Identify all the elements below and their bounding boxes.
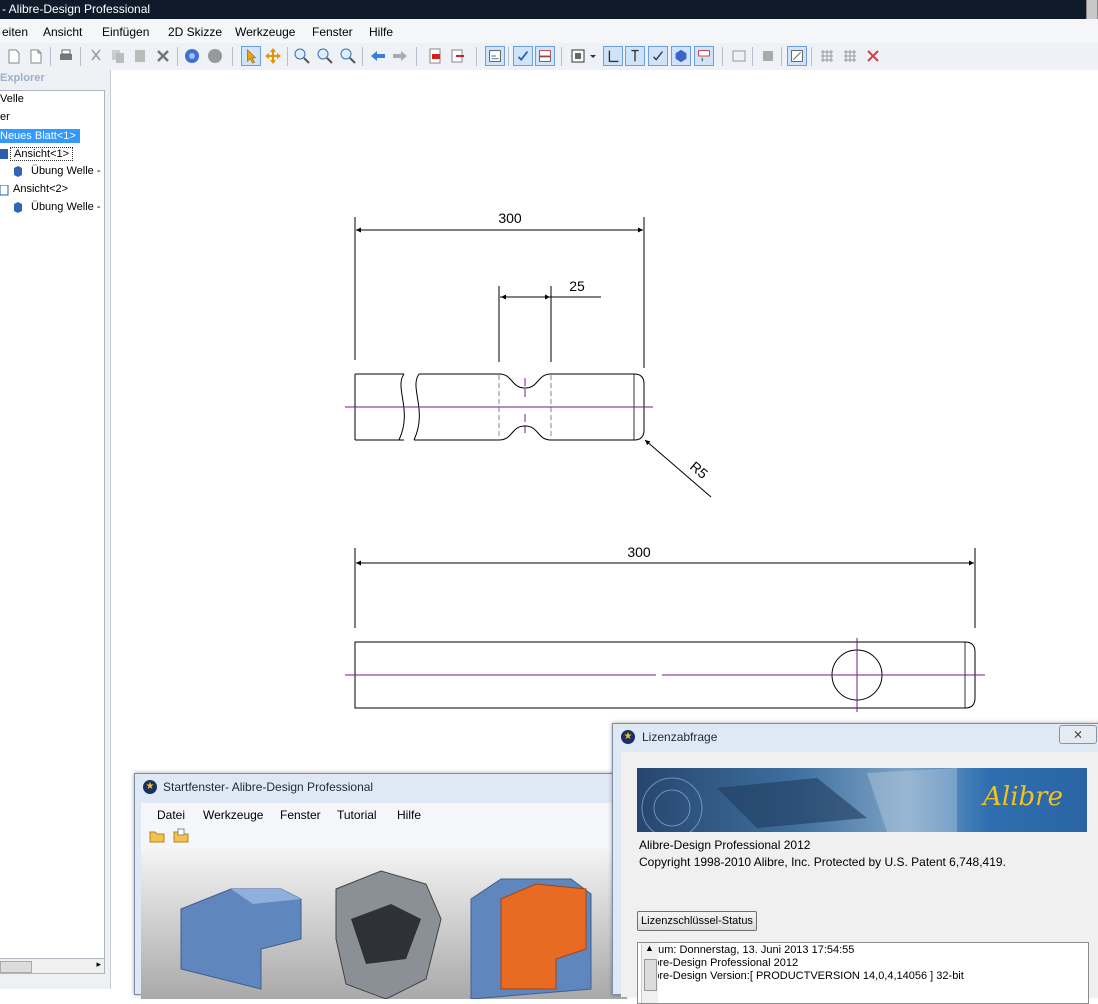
start-menu-bar: Datei Werkzeuge Fenster Tutorial Hilfe xyxy=(141,803,627,825)
menu-2d-sketch[interactable]: 2D Skizze xyxy=(168,25,222,39)
alibre-logo-icon: ★ xyxy=(143,780,157,794)
paste-icon[interactable] xyxy=(130,46,150,66)
layer-icon[interactable] xyxy=(758,46,778,66)
license-log-scrollbar[interactable]: ▲ xyxy=(641,943,658,1003)
license-product: Alibre-Design Professional 2012 xyxy=(639,838,811,852)
menu-window[interactable]: Fenster xyxy=(312,25,353,39)
license-close-button[interactable]: ⨯ xyxy=(1059,725,1097,744)
license-key-status-button[interactable]: Lizenzschlüssel-Status xyxy=(637,911,757,931)
view-icon[interactable] xyxy=(568,46,588,66)
view-node-icon xyxy=(0,185,9,196)
window-title: - Alibre-Design Professional xyxy=(2,2,151,16)
explorer-hscroll[interactable]: ▸ xyxy=(0,958,105,974)
tree-item-part-ref-2[interactable]: Übung Welle - xyxy=(31,201,101,213)
start-preview-image xyxy=(141,849,627,999)
license-copyright: Copyright 1998-2010 Alibre, Inc. Protect… xyxy=(639,855,1006,869)
menu-tools[interactable]: Werkzeuge xyxy=(235,25,295,39)
dim-300-bottom[interactable]: 300 xyxy=(627,544,651,560)
new-sheet-icon[interactable] xyxy=(4,46,24,66)
menu-help[interactable]: Hilfe xyxy=(369,25,393,39)
main-toolbar xyxy=(0,43,1098,71)
title-bar: - Alibre-Design Professional xyxy=(0,0,1098,20)
tools-icon[interactable] xyxy=(863,46,883,66)
license-log[interactable]: Datum: Donnerstag, 13. Juni 2013 17:54:5… xyxy=(637,942,1089,1004)
select-arrow-icon[interactable] xyxy=(241,46,261,66)
zoom-in-icon[interactable] xyxy=(292,46,312,66)
license-log-line: Datum: Donnerstag, 13. Juni 2013 17:54:5… xyxy=(641,944,855,956)
grid-b-icon[interactable] xyxy=(840,46,860,66)
print-icon[interactable] xyxy=(56,46,76,66)
tree-item-part[interactable]: Velle xyxy=(0,93,24,105)
grid-a-icon[interactable] xyxy=(817,46,837,66)
edge-icon[interactable] xyxy=(603,46,623,66)
forward-arrow-icon[interactable] xyxy=(390,46,410,66)
tree-item-part-ref-1[interactable]: Übung Welle - xyxy=(31,165,101,177)
start-menu-tutorial[interactable]: Tutorial xyxy=(337,808,377,822)
tree-item-sheet[interactable]: Neues Blatt<1> xyxy=(0,129,80,143)
zoom-window-icon[interactable] xyxy=(315,46,335,66)
license-banner: Alibre xyxy=(637,768,1087,832)
pdf-export-icon[interactable] xyxy=(425,46,445,66)
start-window: ★ Startfenster- Alibre-Design Profession… xyxy=(134,773,627,999)
part-icon xyxy=(14,166,22,177)
pan-icon[interactable] xyxy=(263,46,283,66)
check-mark-icon[interactable] xyxy=(648,46,668,66)
license-window-title: Lizenzabfrage xyxy=(642,730,718,744)
folder-new-icon[interactable] xyxy=(173,828,189,843)
zoom-fit-icon[interactable] xyxy=(338,46,358,66)
open-folder-icon[interactable] xyxy=(149,829,165,843)
view-2[interactable] xyxy=(354,548,976,709)
dim-300-top[interactable]: 300 xyxy=(498,210,522,226)
stop-icon[interactable] xyxy=(205,46,225,66)
publish-icon[interactable] xyxy=(448,46,468,66)
view-node-icon xyxy=(0,149,8,159)
delete-icon[interactable] xyxy=(153,46,173,66)
menu-edit[interactable]: eiten xyxy=(2,25,28,39)
menu-insert[interactable]: Einfügen xyxy=(102,25,149,39)
menu-bar: eiten Ansicht Einfügen 2D Skizze Werkzeu… xyxy=(0,19,1098,44)
snap-icon[interactable] xyxy=(787,46,807,66)
text-annot-icon[interactable] xyxy=(625,46,645,66)
license-window: ★ Lizenzabfrage ⨯ Alibre Alibre-Design P… xyxy=(612,723,1098,1004)
tree-item-view-2[interactable]: Ansicht<2> xyxy=(13,183,68,195)
menu-view[interactable]: Ansicht xyxy=(43,25,82,39)
start-menu-file[interactable]: Datei xyxy=(157,808,185,822)
grid-icon[interactable] xyxy=(729,46,749,66)
dim-25[interactable]: 25 xyxy=(569,278,585,294)
start-window-title: Startfenster- Alibre-Design Professional xyxy=(163,780,374,794)
start-menu-tools[interactable]: Werkzeuge xyxy=(203,808,263,822)
license-body: Alibre Alibre-Design Professional 2012 C… xyxy=(621,752,1098,1004)
refresh-icon[interactable] xyxy=(182,46,202,66)
dropdown-icon[interactable] xyxy=(588,46,598,66)
start-toolbar xyxy=(141,825,627,849)
dim-icon[interactable] xyxy=(535,46,555,66)
centerline-view-2 xyxy=(345,638,985,712)
license-log-line: Alibre-Design Version:[ PRODUCTVERSION 1… xyxy=(641,970,964,982)
window-close-button[interactable] xyxy=(1086,0,1098,20)
check-icon[interactable] xyxy=(513,46,533,66)
copy-icon[interactable] xyxy=(108,46,128,66)
cut-icon[interactable] xyxy=(86,46,106,66)
explorer-panel: Explorer Velle er Neues Blatt<1> Ansicht… xyxy=(0,70,110,989)
gear-3d-icon[interactable] xyxy=(671,46,691,66)
tree-item-folder[interactable]: er xyxy=(0,111,10,123)
part-icon xyxy=(14,202,22,213)
new-doc-icon[interactable] xyxy=(26,46,46,66)
explorer-title: Explorer xyxy=(0,72,45,84)
alibre-logo: Alibre xyxy=(983,782,1063,812)
start-menu-help[interactable]: Hilfe xyxy=(397,808,421,822)
license-log-line: Alibre-Design Professional 2012 xyxy=(641,957,799,969)
back-arrow-icon[interactable] xyxy=(368,46,388,66)
start-menu-window[interactable]: Fenster xyxy=(280,808,321,822)
tree-item-view-1[interactable]: Ansicht<1> xyxy=(10,147,74,161)
view-1[interactable] xyxy=(354,217,712,498)
sheet-icon[interactable] xyxy=(485,46,505,66)
dim-r5[interactable]: R5 xyxy=(687,458,711,482)
alibre-logo-icon: ★ xyxy=(621,730,635,744)
explorer-tree: Velle er Neues Blatt<1> Ansicht<1> Übung… xyxy=(0,90,105,960)
datum-icon[interactable] xyxy=(694,46,714,66)
